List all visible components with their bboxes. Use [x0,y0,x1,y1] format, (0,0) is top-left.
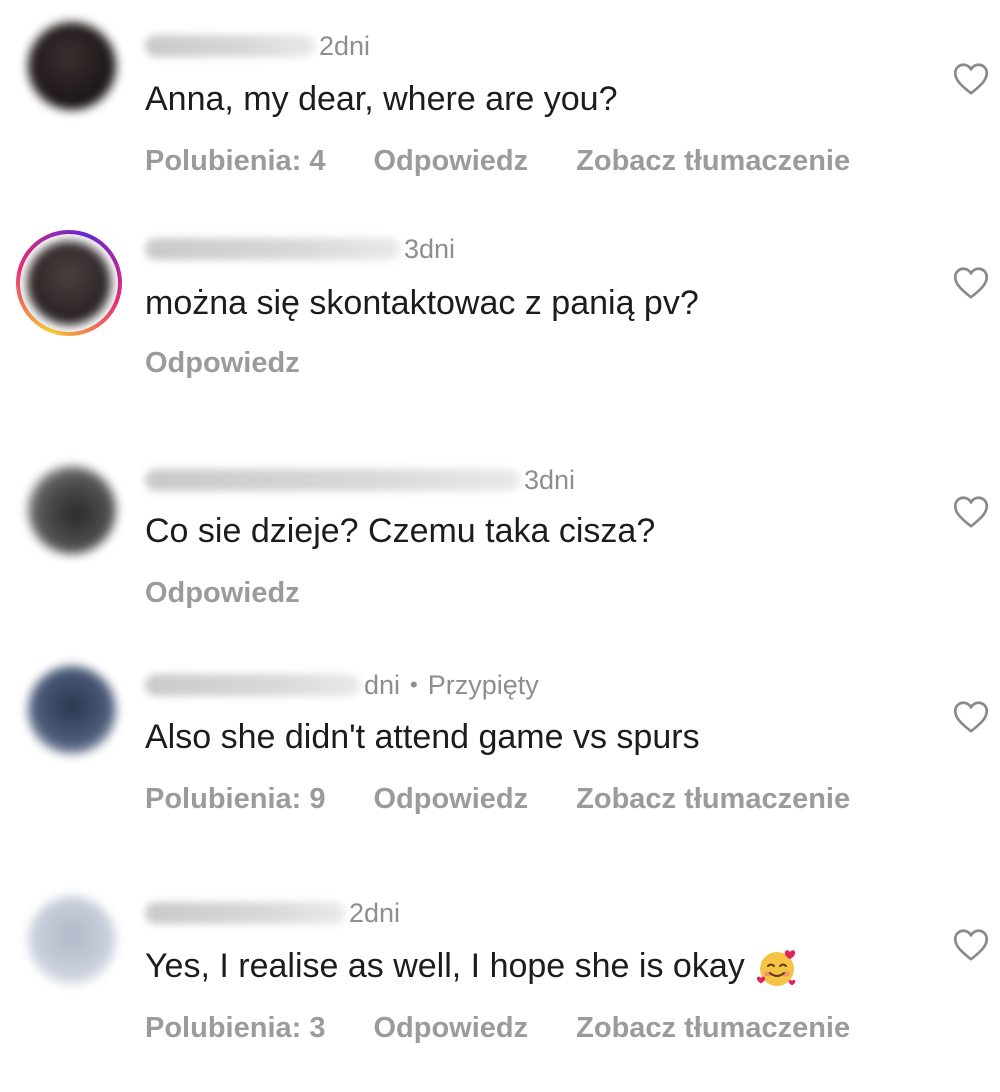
username-blurred[interactable] [145,469,520,491]
comment-text: można się skontaktowac z panią pv? [145,284,699,322]
comment-actions: Polubienia: 9 Odpowiedz Zobacz tłumaczen… [145,783,898,816]
comment-time: 3dni [404,233,456,264]
comment-time: dni [364,669,401,700]
reply-button[interactable]: Odpowiedz [145,347,300,380]
comment-text-content: Yes, I realise as well, I hope she is ok… [145,946,745,985]
comment-actions: Odpowiedz [145,347,348,380]
avatar-with-story-ring[interactable] [16,230,122,336]
pinned-label: Przypięty [427,669,539,700]
comment-meta: 2dni [145,893,400,933]
avatar[interactable] [22,660,122,760]
heart-icon[interactable] [953,700,989,734]
avatar[interactable] [22,460,122,560]
username-blurred[interactable] [145,238,400,260]
comment-item: 2dni Yes, I realise as well, I hope she … [0,0,1000,1044]
comment-actions: Polubienia: 3 Odpowiedz Zobacz tłumaczen… [145,1012,898,1045]
heart-icon[interactable] [953,266,989,300]
comment-text: Also she didn't attend game vs spurs [145,718,700,756]
likes-count-link[interactable]: Polubienia: 9 [145,783,325,816]
username-blurred[interactable] [145,902,345,924]
comment-meta: 3dni [145,229,455,269]
reply-button[interactable]: Odpowiedz [373,783,528,816]
heart-icon[interactable] [953,495,989,529]
comment-actions: Odpowiedz [145,577,348,610]
comment-meta: 3dni [145,460,575,500]
comment-text: Co sie dzieje? Czemu taka cisza? [145,512,656,550]
comment-time: 3dni [524,464,576,495]
separator-dot: • [410,672,418,697]
smiling-face-with-hearts-emoji [756,950,796,986]
comment-time: 2dni [349,897,401,928]
comment-meta: dni • Przypięty [145,665,539,705]
avatar[interactable] [22,890,122,990]
comment-text: Yes, I realise as well, I hope she is ok… [145,946,799,990]
reply-button[interactable]: Odpowiedz [145,577,300,610]
see-translation-button[interactable]: Zobacz tłumaczenie [576,1012,850,1045]
heart-icon[interactable] [953,928,989,962]
reply-button[interactable]: Odpowiedz [373,1012,528,1045]
likes-count-link[interactable]: Polubienia: 3 [145,1012,325,1045]
username-blurred[interactable] [145,674,360,696]
see-translation-button[interactable]: Zobacz tłumaczenie [576,783,850,816]
